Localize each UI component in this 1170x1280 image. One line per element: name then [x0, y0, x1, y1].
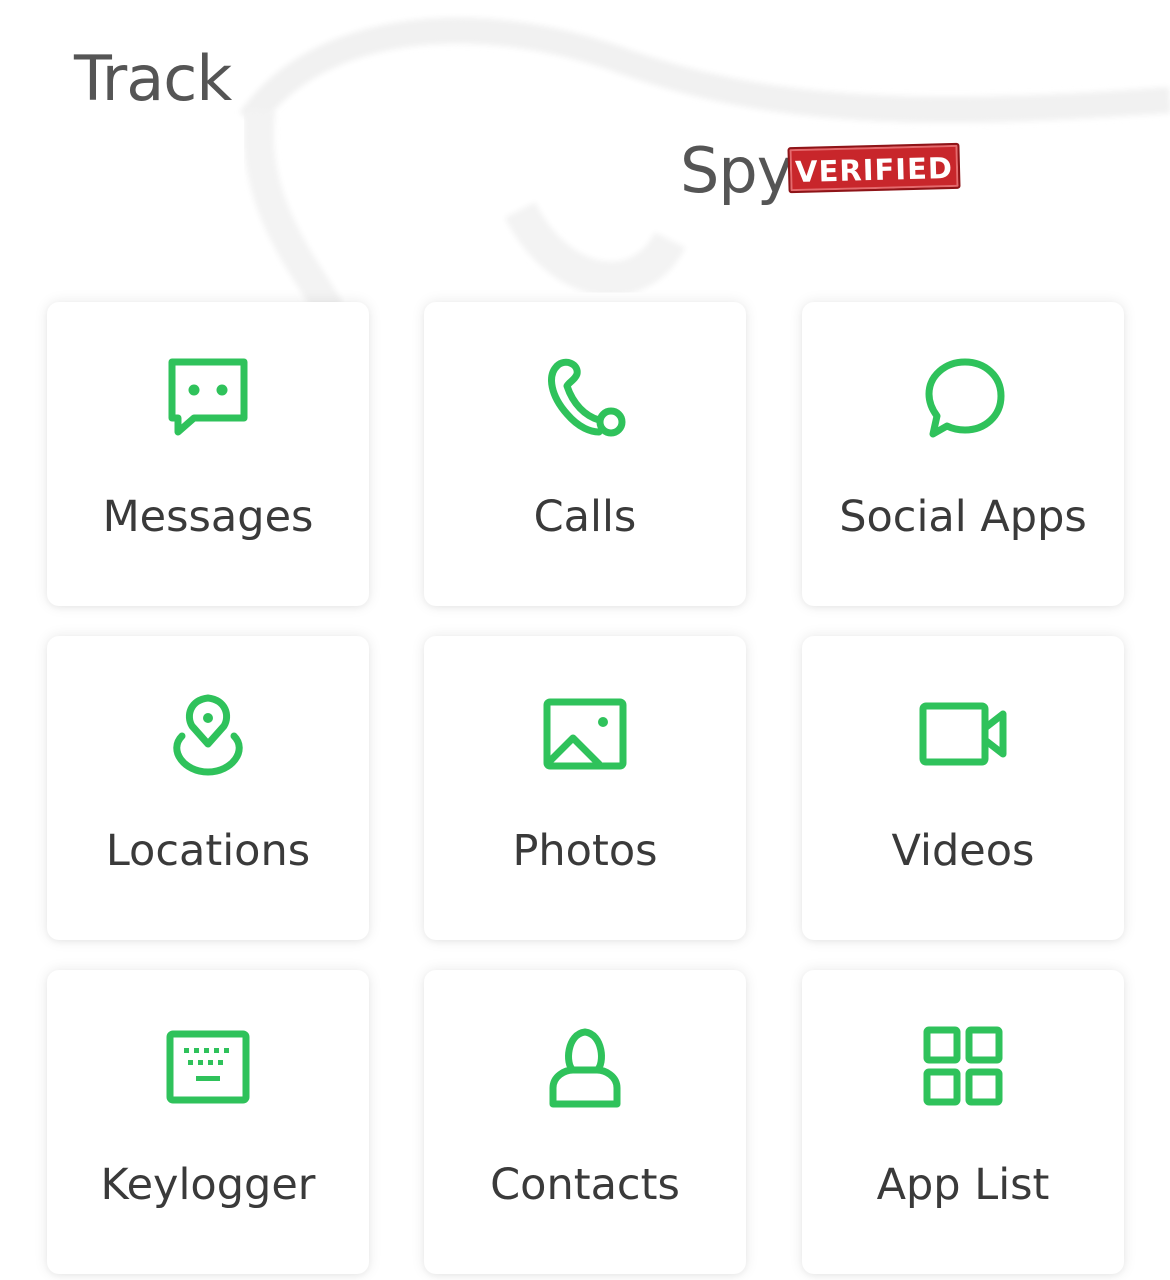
person-icon: [537, 1020, 633, 1116]
video-camera-icon: [915, 686, 1011, 782]
tile-app-list[interactable]: App List: [802, 970, 1124, 1274]
phone-icon: [537, 352, 633, 448]
message-icon: [160, 352, 256, 448]
tile-label: Social Apps: [839, 492, 1087, 542]
keyboard-icon: [160, 1020, 256, 1116]
feature-grid: Messages Calls Social Apps Locations Pho…: [0, 0, 1170, 1280]
tile-videos[interactable]: Videos: [802, 636, 1124, 940]
tile-photos[interactable]: Photos: [424, 636, 746, 940]
tile-label: Messages: [102, 492, 314, 542]
location-pin-icon: [160, 686, 256, 782]
tile-label: Videos: [891, 826, 1035, 876]
tile-label: Locations: [105, 826, 311, 876]
tile-social-apps[interactable]: Social Apps: [802, 302, 1124, 606]
tile-locations[interactable]: Locations: [47, 636, 369, 940]
chat-bubble-icon: [915, 352, 1011, 448]
tile-label: Calls: [533, 492, 637, 542]
tile-label: Keylogger: [100, 1160, 316, 1210]
tile-calls[interactable]: Calls: [424, 302, 746, 606]
image-icon: [537, 686, 633, 782]
tile-messages[interactable]: Messages: [47, 302, 369, 606]
tile-contacts[interactable]: Contacts: [424, 970, 746, 1274]
app-grid-icon: [915, 1020, 1011, 1116]
tile-label: Photos: [512, 826, 658, 876]
tile-keylogger[interactable]: Keylogger: [47, 970, 369, 1274]
tile-label: App List: [876, 1160, 1050, 1210]
tile-label: Contacts: [490, 1160, 680, 1210]
